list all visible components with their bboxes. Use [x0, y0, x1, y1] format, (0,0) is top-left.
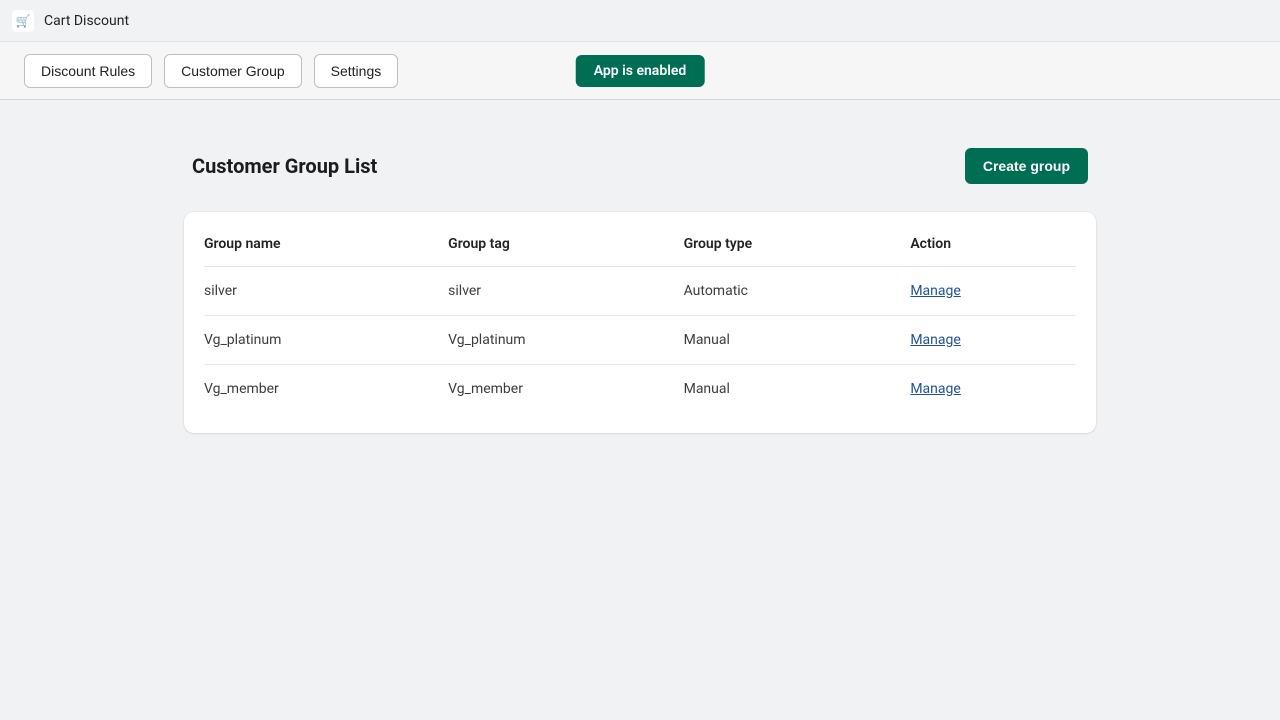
table-header-row: Group name Group tag Group type Action — [204, 220, 1076, 267]
nav-buttons: Discount Rules Customer Group Settings — [24, 54, 398, 88]
cell-group-name: Vg_member — [204, 365, 448, 414]
status-badge: App is enabled — [576, 55, 705, 87]
col-group-type: Group type — [684, 220, 911, 267]
cell-group-type: Automatic — [684, 267, 911, 316]
nav-customer-group[interactable]: Customer Group — [164, 54, 301, 88]
create-group-button[interactable]: Create group — [965, 148, 1088, 184]
nav-settings[interactable]: Settings — [314, 54, 399, 88]
col-group-name: Group name — [204, 220, 448, 267]
cell-action: Manage — [910, 365, 1076, 414]
cell-group-type: Manual — [684, 316, 911, 365]
manage-link[interactable]: Manage — [910, 332, 960, 348]
manage-link[interactable]: Manage — [910, 283, 960, 299]
manage-link[interactable]: Manage — [910, 381, 960, 397]
table-row: Vg_member Vg_member Manual Manage — [204, 365, 1076, 414]
col-group-tag: Group tag — [448, 220, 683, 267]
page-title: Customer Group List — [192, 154, 377, 178]
cell-action: Manage — [910, 316, 1076, 365]
cell-group-name: silver — [204, 267, 448, 316]
cart-icon: 🛒 — [16, 14, 31, 28]
col-action: Action — [910, 220, 1076, 267]
cell-group-tag: silver — [448, 267, 683, 316]
app-title: Cart Discount — [44, 13, 129, 29]
main-content: Customer Group List Create group Group n… — [0, 100, 1280, 433]
app-icon: 🛒 — [12, 10, 34, 32]
group-table-card: Group name Group tag Group type Action s… — [184, 212, 1096, 433]
table-row: Vg_platinum Vg_platinum Manual Manage — [204, 316, 1076, 365]
nav-bar: Discount Rules Customer Group Settings A… — [0, 42, 1280, 100]
cell-group-name: Vg_platinum — [204, 316, 448, 365]
cell-action: Manage — [910, 267, 1076, 316]
top-bar: 🛒 Cart Discount — [0, 0, 1280, 42]
group-table: Group name Group tag Group type Action s… — [204, 220, 1076, 413]
table-row: silver silver Automatic Manage — [204, 267, 1076, 316]
nav-discount-rules[interactable]: Discount Rules — [24, 54, 152, 88]
cell-group-tag: Vg_member — [448, 365, 683, 414]
cell-group-type: Manual — [684, 365, 911, 414]
content-wrapper: Customer Group List Create group Group n… — [184, 148, 1096, 433]
page-header: Customer Group List Create group — [184, 148, 1096, 184]
cell-group-tag: Vg_platinum — [448, 316, 683, 365]
